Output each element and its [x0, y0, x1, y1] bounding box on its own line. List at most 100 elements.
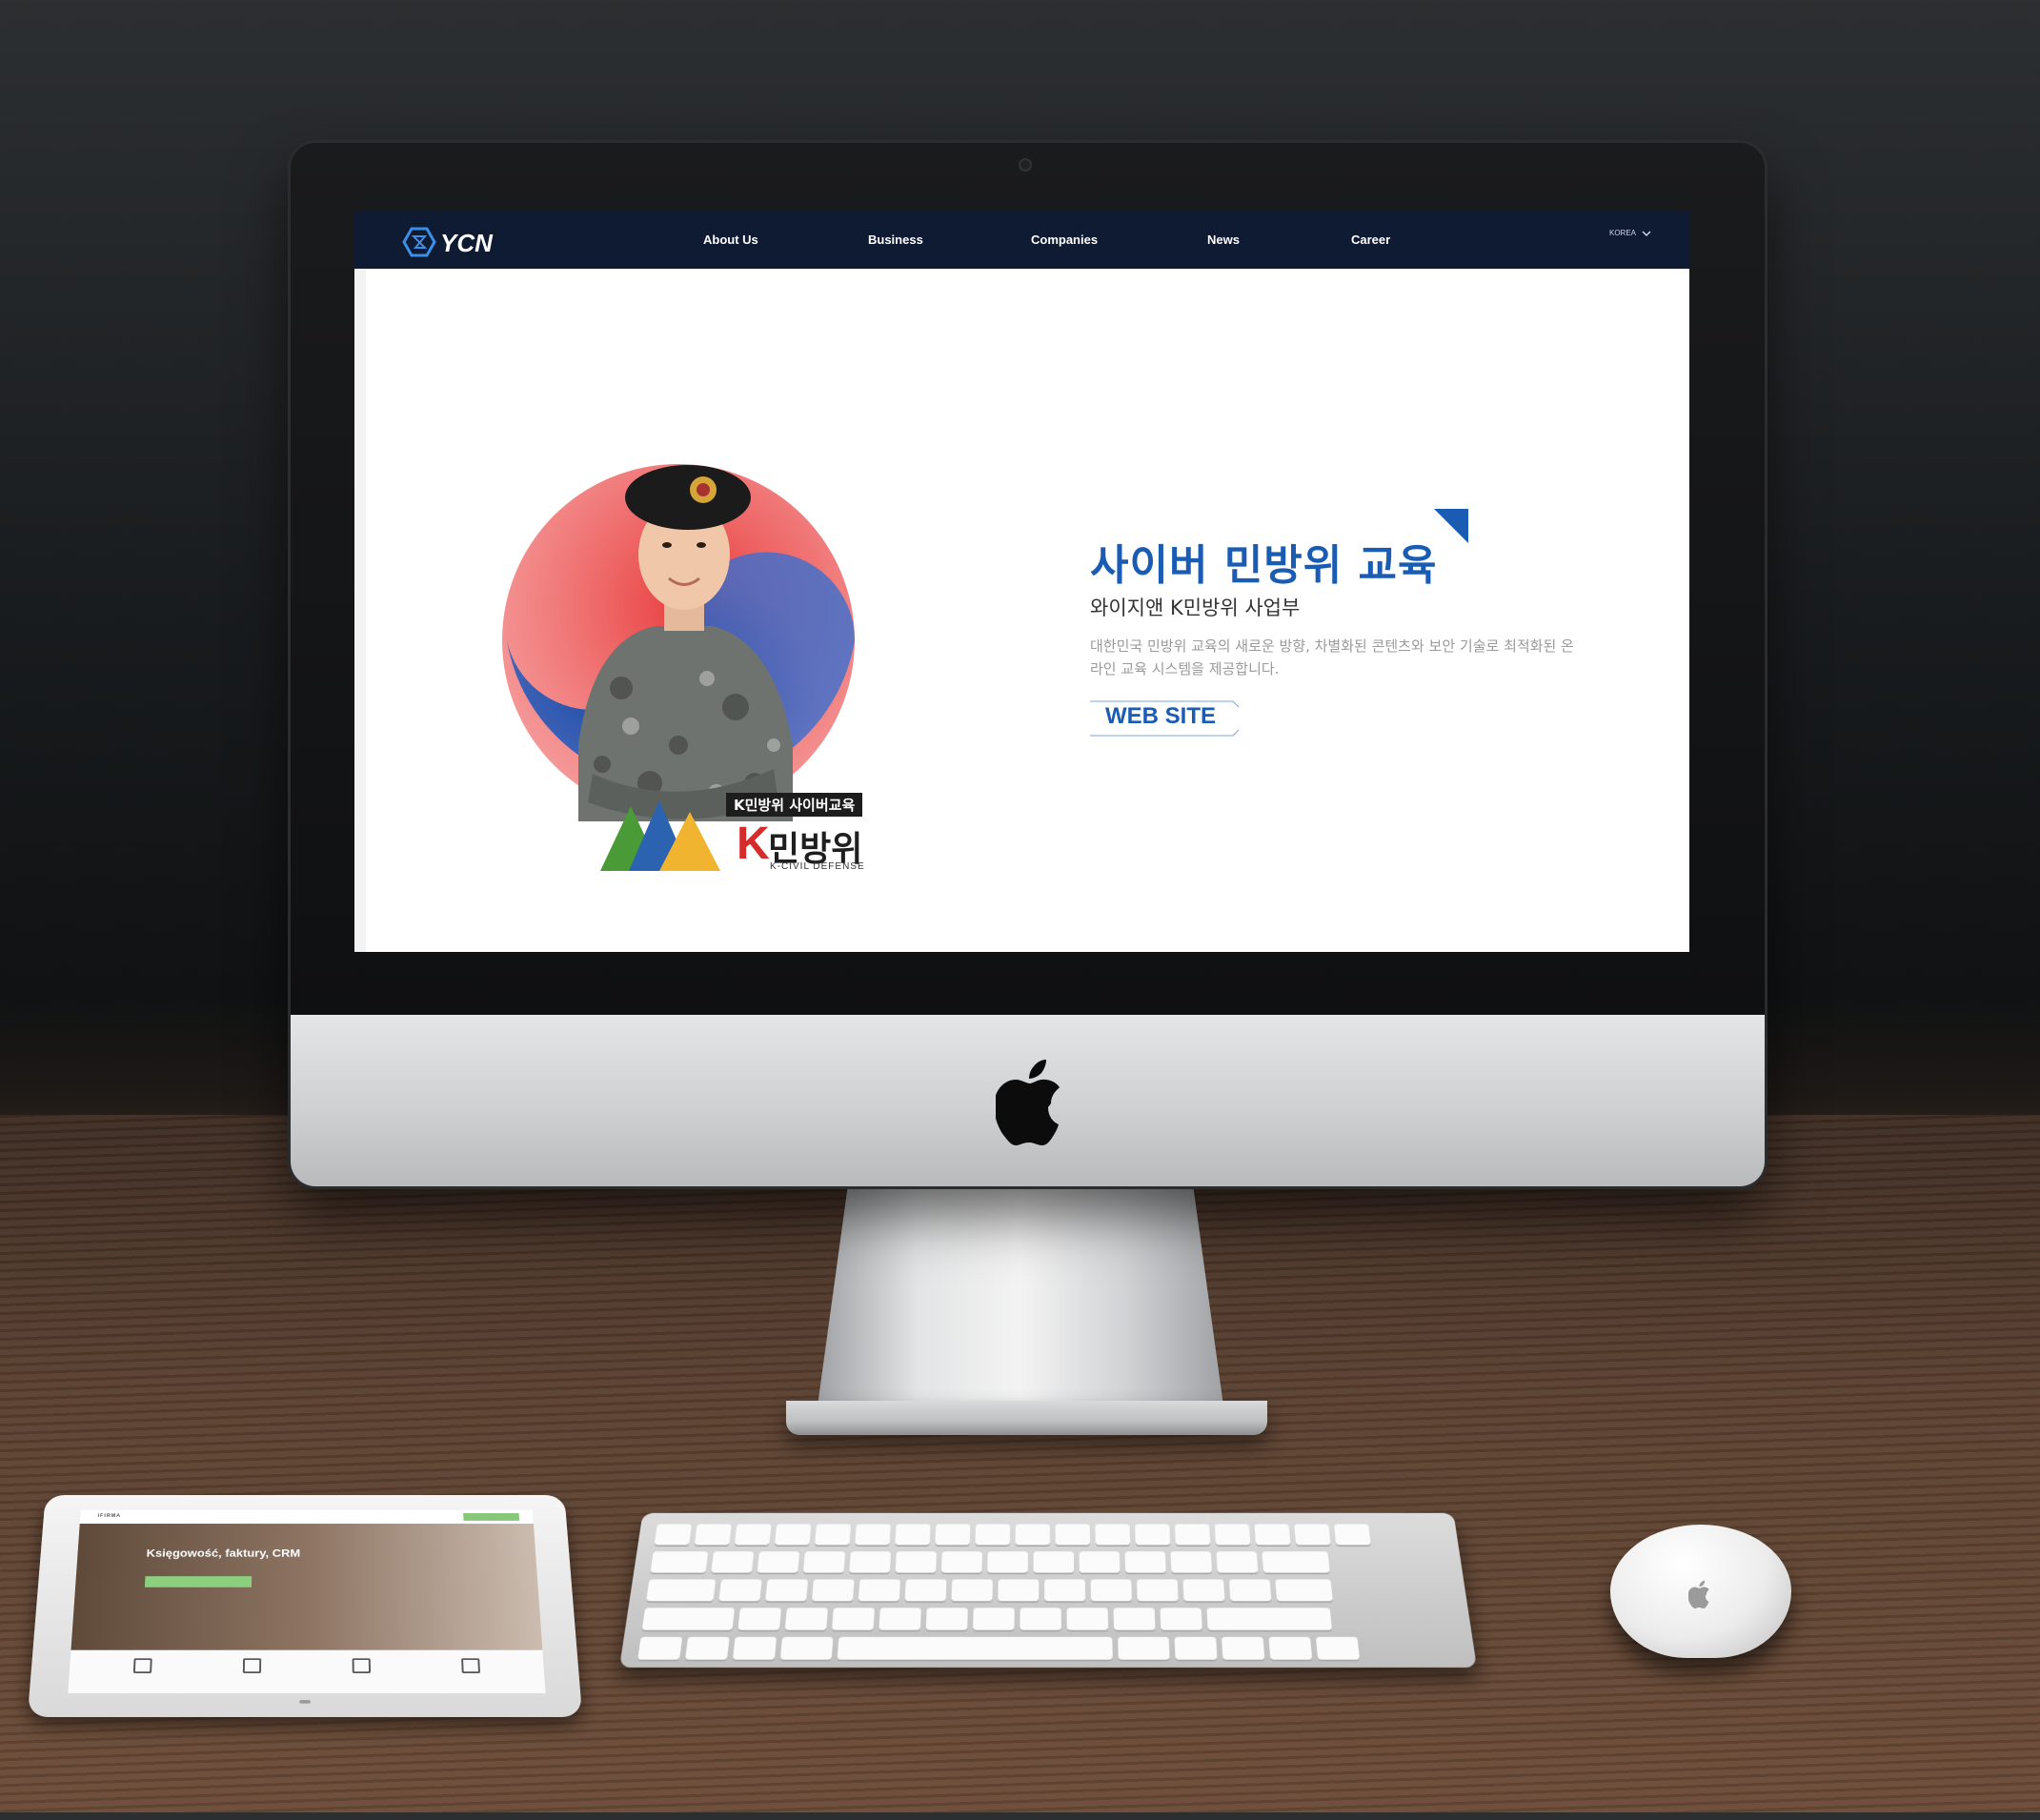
web-site-label: WEB SITE	[1105, 703, 1217, 729]
ipad-feature	[106, 1658, 179, 1676]
ipad-feature	[215, 1658, 289, 1676]
nav-companies[interactable]: Companies	[1031, 233, 1098, 247]
monitor-screen: YCN About Us Business Companies News Car…	[354, 212, 1689, 952]
ipad-feature	[434, 1658, 507, 1676]
apple-logo-icon	[996, 1060, 1060, 1145]
key	[1228, 1579, 1272, 1602]
key	[998, 1579, 1040, 1602]
key	[654, 1524, 692, 1546]
key	[637, 1636, 683, 1660]
nav-career[interactable]: Career	[1351, 233, 1390, 247]
key	[1170, 1551, 1213, 1573]
key	[1182, 1579, 1225, 1602]
key	[940, 1551, 982, 1573]
key	[1275, 1579, 1333, 1602]
key	[1315, 1636, 1361, 1660]
key	[811, 1579, 855, 1602]
ycn-logo[interactable]: YCN	[402, 225, 507, 259]
ipad: IFIRMA Księgowość, faktury, CRM	[19, 1495, 591, 1820]
brand-k: K	[737, 819, 770, 869]
key	[973, 1608, 1015, 1630]
nav-news[interactable]: News	[1207, 233, 1240, 247]
ipad-nav: IFIRMA	[79, 1509, 534, 1525]
key	[711, 1551, 755, 1573]
key	[815, 1524, 852, 1546]
web-site-button[interactable]: WEB SITE	[1090, 699, 1242, 738]
key	[987, 1551, 1028, 1573]
key	[975, 1524, 1011, 1546]
keyboard-row	[641, 1608, 1332, 1630]
keyboard-row	[646, 1579, 1333, 1602]
key	[1090, 1579, 1132, 1602]
edit-icon	[352, 1658, 371, 1673]
logo-text: YCN	[440, 229, 494, 257]
key	[858, 1579, 900, 1602]
key	[1135, 1524, 1171, 1546]
key	[925, 1608, 968, 1630]
screen-left-edge	[354, 269, 366, 952]
key	[641, 1608, 736, 1630]
hero-description: 대한민국 민방위 교육의 새로운 방향, 차별화된 콘텐츠와 보안 기술로 최적…	[1090, 637, 1574, 677]
key	[879, 1608, 921, 1630]
key	[1015, 1524, 1050, 1546]
coins-icon	[461, 1658, 480, 1673]
key	[1174, 1636, 1218, 1660]
key	[895, 1524, 931, 1546]
key	[646, 1579, 717, 1602]
key	[1066, 1608, 1109, 1630]
apple-logo-icon	[1688, 1580, 1709, 1608]
imac-stand-base	[786, 1401, 1267, 1435]
language-selector[interactable]: KOREA	[1609, 229, 1651, 237]
key	[1095, 1524, 1131, 1546]
key	[904, 1579, 947, 1602]
keyboard-row	[637, 1636, 1361, 1660]
hero-headline: 사이버 민방위 교육	[1090, 541, 1438, 590]
key	[1206, 1608, 1332, 1630]
ipad-brand: IFIRMA	[97, 1513, 122, 1519]
key	[1079, 1551, 1121, 1573]
badge-label: K민방위 사이버교육	[726, 793, 863, 817]
key	[685, 1636, 730, 1660]
ipad-features	[68, 1649, 546, 1694]
key	[1216, 1551, 1259, 1573]
ipad-title: Księgowość, faktury, CRM	[146, 1547, 301, 1560]
key	[1160, 1608, 1202, 1630]
key	[832, 1608, 875, 1630]
nav-business[interactable]: Business	[868, 233, 923, 247]
ipad-feature	[325, 1658, 398, 1676]
key	[694, 1524, 732, 1546]
key	[1262, 1551, 1330, 1573]
key	[718, 1579, 762, 1602]
key	[1033, 1551, 1075, 1573]
language-label: KOREA	[1608, 229, 1636, 237]
ipad-cta-top[interactable]	[463, 1512, 520, 1521]
camera-icon	[1020, 160, 1030, 170]
key	[951, 1579, 993, 1602]
chevron-down-icon	[1642, 230, 1651, 236]
nav-about-us[interactable]: About Us	[703, 233, 758, 247]
ipad-home-button	[299, 1700, 311, 1704]
key	[734, 1524, 772, 1546]
hero-subhead: 와이지앤 K민방위 사업부	[1090, 597, 1301, 619]
key	[737, 1608, 782, 1630]
key	[1124, 1551, 1166, 1573]
key	[765, 1579, 809, 1602]
key	[1044, 1579, 1086, 1602]
key	[1174, 1524, 1211, 1546]
key	[1222, 1636, 1265, 1660]
key	[784, 1608, 828, 1630]
key	[732, 1636, 778, 1660]
brand-eng: K-CIVIL DEFENSE	[770, 861, 865, 872]
key	[779, 1636, 834, 1660]
soldier-beret	[625, 465, 751, 530]
mountains-logo	[600, 800, 720, 871]
ipad-screen: IFIRMA Księgowość, faktury, CRM	[68, 1509, 546, 1694]
key	[1055, 1524, 1091, 1546]
ipad-hero-button[interactable]	[144, 1576, 252, 1587]
key	[1020, 1608, 1061, 1630]
spacebar	[837, 1636, 1113, 1660]
key	[650, 1551, 709, 1573]
key	[802, 1551, 846, 1573]
key	[1113, 1608, 1156, 1630]
key	[774, 1524, 812, 1546]
